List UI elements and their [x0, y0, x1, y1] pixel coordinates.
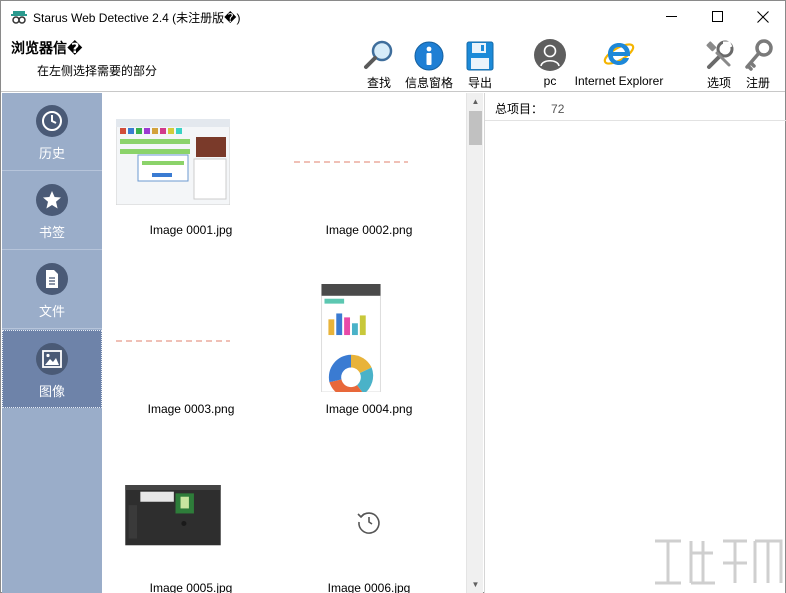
user-button[interactable]: pc [533, 37, 567, 91]
export-button[interactable]: 导出 [465, 37, 495, 91]
total-items-label: 总项目： [495, 102, 544, 116]
floppy-disk-icon [466, 41, 494, 71]
sidebar-item-files[interactable]: 文件 [2, 251, 102, 329]
section-heading: 浏览器信� [11, 40, 83, 56]
app-window: Starus Web Detective 2.4 (未注册版�) 浏览器信� 在… [0, 0, 786, 593]
image-filename: Image 0003.png [147, 402, 235, 416]
close-icon [757, 10, 769, 23]
gallery-item[interactable]: Image 0001.jpg [102, 93, 262, 253]
gallery-item[interactable]: Image 0003.png [102, 272, 262, 432]
image-thumbnail [116, 119, 230, 205]
window-title: Starus Web Detective 2.4 (未注册版�) [33, 11, 241, 25]
minimize-icon [665, 16, 677, 17]
images-circle [36, 343, 68, 375]
image-filename: Image 0002.png [325, 223, 413, 237]
key-icon [745, 39, 773, 71]
info-icon [414, 41, 444, 71]
loading-history-icon [357, 512, 380, 534]
total-items-count: 72 [551, 102, 565, 116]
user-label: pc [543, 74, 557, 88]
user-avatar-icon [534, 39, 566, 71]
bookmarks-circle [36, 184, 68, 216]
sidebar-item-label: 历史 [38, 146, 65, 161]
find-label: 查找 [366, 76, 391, 90]
gallery-item[interactable]: Image 0002.png [280, 93, 440, 253]
image-filename: Image 0004.png [325, 402, 413, 416]
detective-app-icon [11, 11, 27, 24]
register-label: 注册 [745, 76, 770, 90]
scroll-up-icon[interactable]: ▲ [467, 93, 484, 110]
sidebar-item-label: 文件 [38, 304, 65, 319]
gallery-item[interactable]: Image 0004.png [280, 272, 440, 432]
files-circle [36, 263, 68, 295]
clock-icon [42, 111, 62, 131]
options-button[interactable]: 选项 [704, 37, 734, 91]
title-bar[interactable]: Starus Web Detective 2.4 (未注册版�) [1, 1, 785, 32]
scroll-down-icon[interactable]: ▼ [467, 576, 484, 593]
left-sidebar: 历史 书签 文件 图像 [2, 93, 102, 593]
close-button[interactable] [740, 1, 786, 32]
internet-explorer-icon [603, 43, 635, 65]
sidebar-item-bookmarks[interactable]: 书签 [2, 172, 102, 250]
magnifier-icon [364, 40, 393, 69]
sidebar-item-label: 书签 [38, 225, 65, 240]
gallery-scrollbar[interactable]: ▲ ▼ [466, 93, 483, 593]
image-thumbnail [294, 161, 408, 163]
image-gallery: Image 0001.jpg Image 0002.png Image 0003… [102, 93, 466, 593]
history-circle [36, 105, 68, 137]
document-icon [46, 270, 58, 288]
maximize-icon [711, 11, 723, 22]
image-thumbnail [116, 340, 230, 342]
sidebar-item-history[interactable]: 历史 [2, 93, 102, 171]
maximize-button[interactable] [694, 1, 740, 32]
info-pane-header: 总项目： 72 [485, 93, 786, 121]
info-pane-label: 信息窗格 [404, 76, 453, 90]
sidebar-item-label: 图像 [38, 384, 65, 399]
image-filename: Image 0006.jpg [327, 581, 411, 593]
star-icon [43, 191, 61, 209]
section-subheading: 在左侧选择需要的部分 [37, 64, 158, 78]
wrench-tools-icon [706, 40, 734, 69]
register-button[interactable]: 注册 [744, 37, 773, 91]
image-filename: Image 0001.jpg [149, 223, 233, 237]
image-filename: Image 0005.jpg [149, 581, 233, 593]
toolbar: 浏览器信� 在左侧选择需要的部分 查找 信息窗格 导出 pc Internet … [1, 32, 785, 92]
browser-button[interactable]: Internet Explorer [574, 37, 664, 91]
sidebar-item-images[interactable]: 图像 [2, 330, 102, 408]
info-pane: 总项目： 72 [484, 93, 786, 593]
image-thumbnail [321, 284, 381, 392]
info-pane-button[interactable]: 信息窗格 [402, 37, 456, 91]
options-label: 选项 [706, 76, 731, 90]
export-label: 导出 [467, 76, 492, 90]
find-button[interactable]: 查找 [363, 37, 395, 91]
browser-label: Internet Explorer [574, 74, 664, 88]
gallery-item[interactable]: Image 0005.jpg [102, 451, 262, 593]
watermark-logo [655, 539, 783, 585]
minimize-button[interactable] [648, 1, 694, 32]
image-thumbnail [125, 485, 221, 546]
image-icon [42, 350, 62, 368]
scrollbar-thumb[interactable] [469, 111, 482, 145]
gallery-item[interactable]: Image 0006.jpg [280, 451, 440, 593]
